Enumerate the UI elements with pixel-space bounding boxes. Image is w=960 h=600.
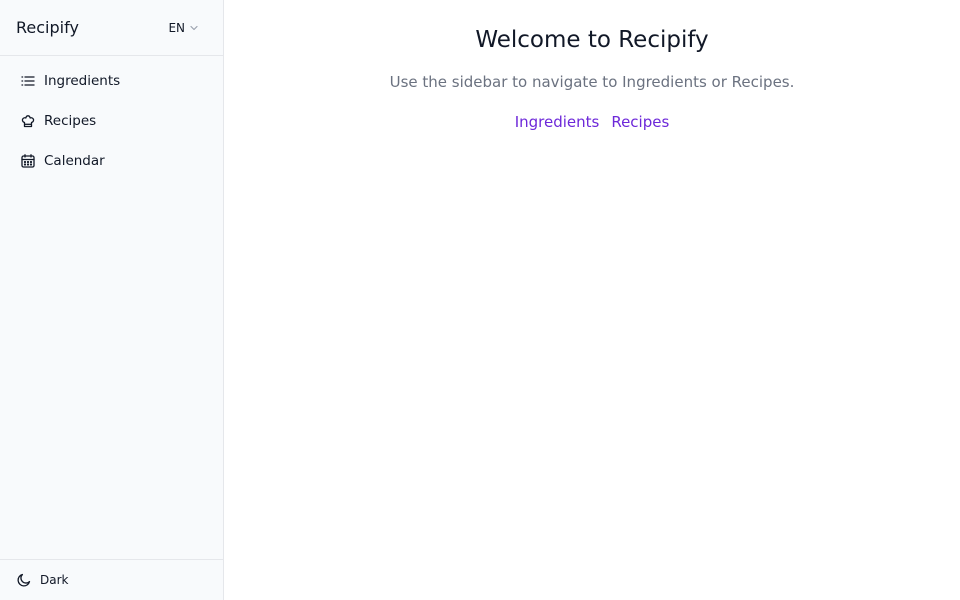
- sidebar-item-calendar[interactable]: Calendar: [0, 141, 223, 181]
- app-title: Recipify: [16, 18, 79, 37]
- sidebar-header: Recipify EN: [0, 0, 223, 56]
- sidebar-item-recipes[interactable]: Recipes: [0, 101, 223, 141]
- sidebar-item-label: Recipes: [44, 113, 97, 129]
- language-selector[interactable]: EN: [168, 21, 199, 35]
- sidebar-nav: Ingredients Recipes Calendar: [0, 56, 223, 559]
- sidebar: Recipify EN Ingredients Recipes Calendar…: [0, 0, 224, 600]
- main-content: Welcome to Recipify Use the sidebar to n…: [224, 0, 960, 600]
- app-root: Recipify EN Ingredients Recipes Calendar…: [0, 0, 960, 600]
- ingredients-link[interactable]: Ingredients: [515, 112, 600, 132]
- chef-hat-icon: [20, 113, 36, 129]
- language-value: EN: [168, 20, 185, 35]
- page-subtitle: Use the sidebar to navigate to Ingredien…: [389, 73, 795, 91]
- sidebar-item-label: Ingredients: [44, 73, 121, 89]
- recipes-link[interactable]: Recipes: [611, 112, 669, 132]
- sidebar-footer: Dark: [0, 559, 223, 600]
- sidebar-item-ingredients[interactable]: Ingredients: [0, 61, 223, 101]
- calendar-icon: [20, 153, 36, 169]
- moon-icon: [16, 572, 32, 588]
- sidebar-item-label: Calendar: [44, 153, 105, 169]
- chevron-down-icon: [189, 23, 199, 33]
- theme-toggle-button[interactable]: Dark: [16, 572, 68, 588]
- page-title: Welcome to Recipify: [475, 27, 709, 53]
- list-icon: [20, 73, 36, 89]
- quick-links: Ingredients Recipes: [515, 112, 670, 132]
- theme-toggle-label: Dark: [40, 573, 69, 587]
